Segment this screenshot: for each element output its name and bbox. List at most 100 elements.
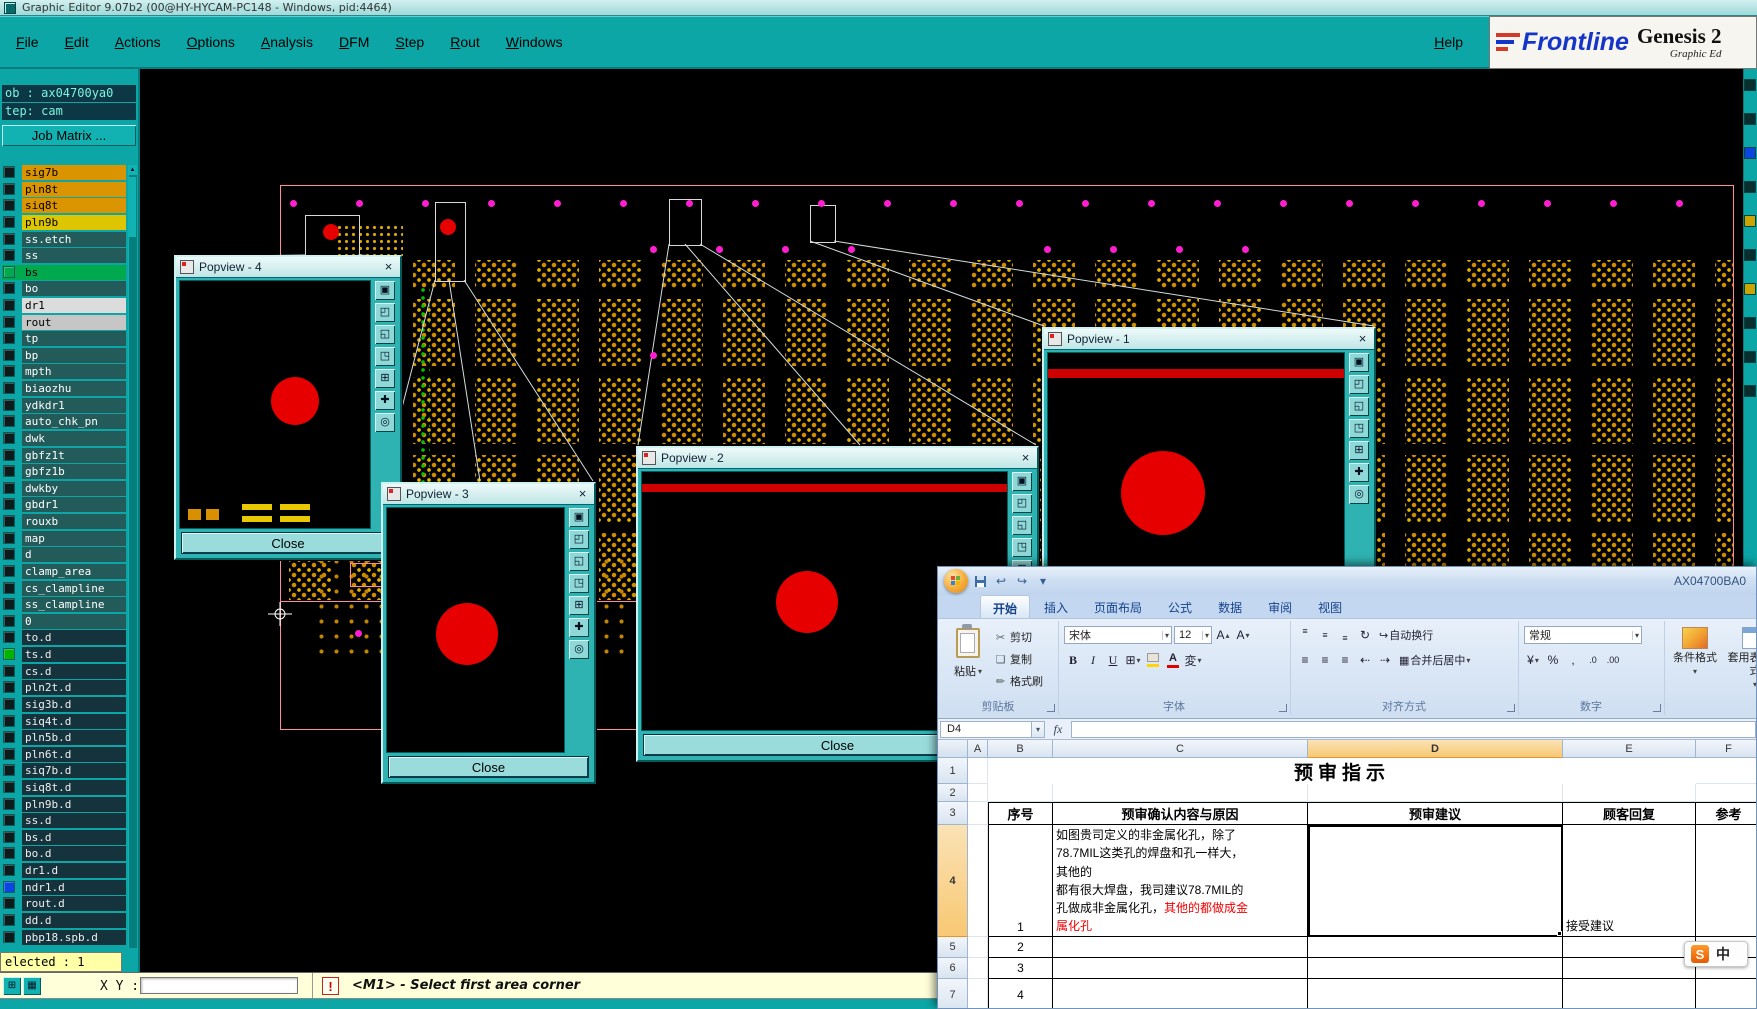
layer-label[interactable]: gbfz1t <box>22 447 126 463</box>
col-header-C[interactable]: C <box>1053 740 1308 758</box>
popview-titlebar[interactable]: Popview - 3 × <box>383 484 594 505</box>
layer-label[interactable]: bo.d <box>22 846 126 862</box>
popview-tool-icon[interactable]: ◱ <box>1012 516 1032 535</box>
layer-row-bs.d[interactable]: bs.d <box>2 829 126 845</box>
layer-label[interactable]: pln2t.d <box>22 680 126 696</box>
layer-label[interactable]: pln9b.d <box>22 796 126 812</box>
popview-canvas[interactable] <box>386 507 565 753</box>
popview-canvas[interactable] <box>1047 352 1345 596</box>
cell-B7[interactable]: 4 <box>988 979 1053 1008</box>
layer-checkbox[interactable] <box>3 797 15 810</box>
align-center-icon[interactable]: ≡ <box>1316 651 1334 669</box>
ime-indicator[interactable]: S 中 <box>1684 941 1748 967</box>
layer-row-ss_clampline[interactable]: ss_clampline <box>2 597 126 613</box>
layer-checkbox[interactable] <box>3 830 15 843</box>
popview-tool-icon[interactable]: ◎ <box>569 640 589 659</box>
layer-checkbox[interactable] <box>3 913 15 926</box>
ribbon-tab-开始[interactable]: 开始 <box>980 595 1031 618</box>
layer-checkbox[interactable] <box>3 431 15 444</box>
layer-checkbox[interactable] <box>3 498 15 511</box>
popview-titlebar[interactable]: Popview - 4 × <box>176 257 400 278</box>
scroll-up-icon[interactable]: ▲ <box>128 165 137 175</box>
cell-B2[interactable] <box>988 784 1053 802</box>
layer-label[interactable]: ydkdr1 <box>22 397 126 413</box>
popview-tool-icon[interactable]: ✚ <box>375 391 395 410</box>
popview-tool-icon[interactable]: ▣ <box>1349 353 1369 372</box>
shrink-font-icon[interactable]: A ▾ <box>1234 626 1252 644</box>
popview-tool-icon[interactable]: ▣ <box>375 281 395 300</box>
layer-label[interactable]: dwkby <box>22 480 126 496</box>
layer-label[interactable]: pbp18.spb.d <box>22 929 126 945</box>
cell-A4[interactable] <box>968 825 988 937</box>
cell-A1[interactable] <box>968 758 988 784</box>
font-color-icon[interactable]: A <box>1164 651 1182 669</box>
layer-row-ydkdr1[interactable]: ydkdr1 <box>2 397 126 413</box>
layer-row-ndr1.d[interactable]: ndr1.d <box>2 879 126 895</box>
layer-label[interactable]: auto_chk_pn <box>22 414 126 430</box>
layer-row-siq7b.d[interactable]: siq7b.d <box>2 763 126 779</box>
popview-tool-icon[interactable]: ⊞ <box>569 596 589 615</box>
phonetic-icon[interactable]: 変 ▾ <box>1184 651 1202 669</box>
layer-checkbox[interactable] <box>3 598 15 611</box>
layer-checkbox[interactable] <box>3 382 15 395</box>
copy-button[interactable]: ❏ 复制 <box>994 651 1043 667</box>
row-header-1[interactable]: 1 <box>938 758 968 784</box>
toolbar-icon[interactable] <box>1744 385 1756 397</box>
scrollbar-thumb[interactable] <box>129 177 136 237</box>
cell-B5[interactable]: 2 <box>988 937 1053 958</box>
layer-checkbox[interactable] <box>3 814 15 827</box>
popview-tool-icon[interactable]: ◰ <box>1349 375 1369 394</box>
popview-tool-icon[interactable]: ◳ <box>1349 419 1369 438</box>
layer-checkbox[interactable] <box>3 764 15 777</box>
orientation-icon[interactable]: ↻ <box>1356 626 1374 644</box>
layer-checkbox[interactable] <box>3 448 15 461</box>
coords-mode-icon[interactable]: ▦ <box>23 977 41 995</box>
popview-tool-icon[interactable]: ◳ <box>569 574 589 593</box>
layer-checkbox[interactable] <box>3 664 15 677</box>
layer-checkbox[interactable] <box>3 481 15 494</box>
cell-A6[interactable] <box>968 958 988 979</box>
accounting-format-icon[interactable]: ¥ ▾ <box>1524 651 1542 669</box>
layer-row-pln9b.d[interactable]: pln9b.d <box>2 796 126 812</box>
cell-E7[interactable] <box>1563 979 1696 1008</box>
layer-row-bp[interactable]: bp <box>2 347 126 363</box>
layer-checkbox[interactable] <box>3 531 15 544</box>
close-icon[interactable]: × <box>1355 331 1370 347</box>
align-right-icon[interactable]: ≡ <box>1336 651 1354 669</box>
popview-window-3[interactable]: Popview - 3 × ▣ ◰ ◱ ◳ ⊞ ✚ ◎ Close <box>381 482 596 784</box>
layer-row-bs[interactable]: bs <box>2 264 126 280</box>
decrease-indent-icon[interactable]: ⇠ <box>1356 651 1374 669</box>
layer-checkbox[interactable] <box>3 332 15 345</box>
layer-label[interactable]: cs_clampline <box>22 580 126 596</box>
ribbon-tab-页面布局[interactable]: 页面布局 <box>1082 595 1154 618</box>
layer-label[interactable]: mpth <box>22 364 126 380</box>
align-left-icon[interactable]: ≡ <box>1296 651 1314 669</box>
undo-icon[interactable]: ↩ <box>993 573 1009 589</box>
bold-button[interactable]: B <box>1064 651 1082 669</box>
menu-item-dfm[interactable]: DFM <box>339 34 369 50</box>
toolbar-icon[interactable] <box>1744 215 1756 227</box>
col-header-A[interactable]: A <box>968 740 988 758</box>
cell-D7[interactable] <box>1308 979 1563 1008</box>
layer-label[interactable]: pln6t.d <box>22 746 126 762</box>
cell-F7[interactable] <box>1696 979 1756 1008</box>
layer-checkbox[interactable] <box>3 249 15 262</box>
layer-row-siq8t.d[interactable]: siq8t.d <box>2 779 126 795</box>
layer-label[interactable]: rouxb <box>22 514 126 529</box>
dialog-launcher-icon[interactable] <box>1279 704 1287 712</box>
popview-tool-icon[interactable]: ◱ <box>375 325 395 344</box>
menu-item-analysis[interactable]: Analysis <box>261 34 313 50</box>
layer-row-gbdr1[interactable]: gbdr1 <box>2 497 126 513</box>
cell-C6[interactable] <box>1053 958 1308 979</box>
layer-row-tp[interactable]: tp <box>2 331 126 347</box>
layer-label[interactable]: bp <box>22 347 126 363</box>
cell-C5[interactable] <box>1053 937 1308 958</box>
layer-label[interactable]: d <box>22 547 126 563</box>
popview-canvas[interactable] <box>179 280 371 529</box>
excel-titlebar[interactable]: ↩ ↪ ▾ AX04700BA0 <box>938 567 1756 595</box>
layer-row-0[interactable]: 0 <box>2 613 126 629</box>
popview-tool-icon[interactable]: ◳ <box>1012 538 1032 557</box>
toolbar-icon[interactable] <box>1744 249 1756 261</box>
col-header-B[interactable]: B <box>988 740 1053 758</box>
layer-checkbox[interactable] <box>3 747 15 760</box>
